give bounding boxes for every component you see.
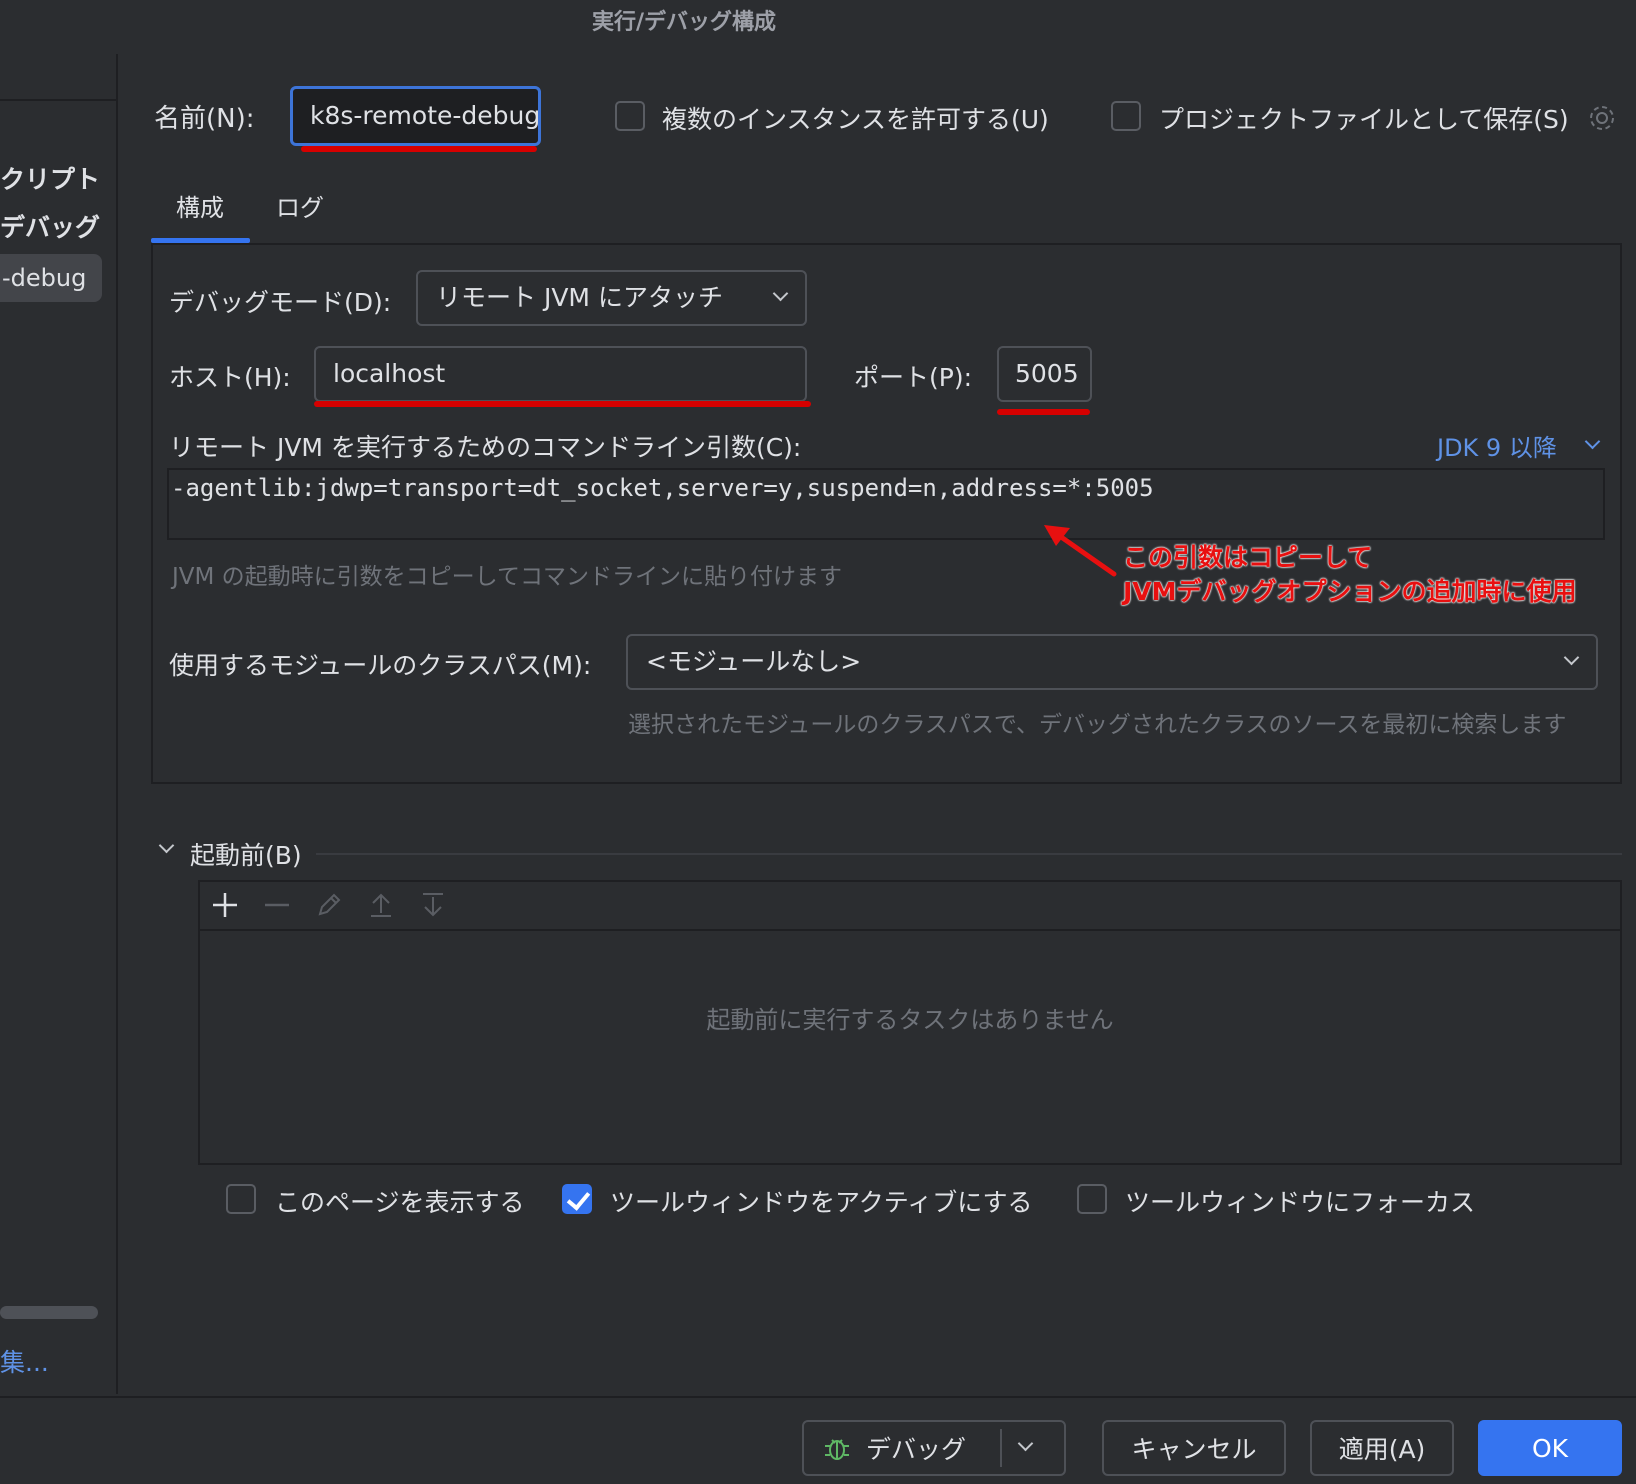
collapse-chevron-icon[interactable] <box>158 837 175 854</box>
debug-button-label: デバッグ <box>865 1435 966 1464</box>
tab-configuration[interactable]: 構成 <box>176 188 224 223</box>
chevron-down-icon <box>772 285 789 302</box>
name-label: 名前(N): <box>154 104 255 134</box>
focus-tool-window-checkbox[interactable] <box>1077 1184 1107 1214</box>
chevron-down-icon <box>1017 1435 1034 1452</box>
chevron-down-icon <box>1563 649 1580 666</box>
ok-button[interactable]: OK <box>1478 1420 1622 1476</box>
allow-multiple-checkbox[interactable] <box>615 101 645 131</box>
apply-button[interactable]: 適用(A) <box>1310 1420 1454 1476</box>
cmdline-args-field[interactable]: -agentlib:jdwp=transport=dt_socket,serve… <box>167 468 1605 540</box>
port-label: ポート(P): <box>854 363 973 392</box>
port-input[interactable]: 5005 <box>997 346 1092 402</box>
minus-icon[interactable] <box>259 887 295 923</box>
host-highlight-underline <box>314 401 811 407</box>
debug-mode-select[interactable]: リモート JVM にアタッチ <box>416 270 807 326</box>
cmdline-hint: JVM の起動時に引数をコピーしてコマンドラインに貼り付けます <box>172 564 842 590</box>
jdk-version-selector[interactable]: JDK 9 以降 <box>1437 428 1601 463</box>
run-debug-configurations-dialog: 実行/デバッグ構成 クリプト デバッグ -debug 集... 名前(N): k… <box>0 0 1636 1484</box>
show-page-label: このページを表示する <box>275 1188 525 1217</box>
cancel-button[interactable]: キャンセル <box>1102 1420 1286 1476</box>
host-label: ホスト(H): <box>169 363 291 392</box>
footer-divider <box>0 1396 1636 1398</box>
annotation-line-1: この引数はコピーして <box>1123 543 1373 572</box>
cmdline-label: リモート JVM を実行するためのコマンドライン引数(C): <box>169 433 802 462</box>
annotation-arrow-icon <box>1040 520 1120 580</box>
jdk-version-label: JDK 9 以降 <box>1437 434 1557 462</box>
focus-tool-window-label: ツールウィンドウにフォーカス <box>1125 1188 1476 1217</box>
no-tasks-message: 起動前に実行するタスクはありません <box>706 1006 1114 1034</box>
name-input[interactable]: k8s-remote-debug <box>290 86 541 146</box>
sidebar-item-debug[interactable]: デバッグ <box>0 208 100 244</box>
edit-templates-link[interactable]: 集... <box>0 1343 49 1379</box>
gear-icon[interactable] <box>1585 101 1619 135</box>
debug-button[interactable]: デバッグ <box>802 1420 1066 1476</box>
port-highlight-underline <box>997 409 1090 415</box>
activate-tool-window-checkbox[interactable] <box>562 1184 592 1214</box>
module-classpath-select[interactable]: <モジュールなし> <box>626 634 1598 690</box>
debug-dropdown-toggle[interactable] <box>1002 1435 1048 1458</box>
plus-icon[interactable] <box>207 887 243 923</box>
module-classpath-hint: 選択されたモジュールのクラスパスで、デバッグされたクラスのソースを最初に検索しま… <box>628 712 1567 738</box>
task-toolbar-divider <box>200 929 1620 931</box>
pencil-icon[interactable] <box>311 887 347 923</box>
move-down-icon[interactable] <box>415 887 451 923</box>
sidebar-item-script[interactable]: クリプト <box>0 160 100 196</box>
module-classpath-label: 使用するモジュールのクラスパス(M): <box>169 651 592 680</box>
activate-tool-window-label: ツールウィンドウをアクティブにする <box>610 1188 1033 1217</box>
allow-multiple-label: 複数のインスタンスを許可する(U) <box>662 105 1049 134</box>
sidebar-divider <box>0 99 118 101</box>
store-as-project-checkbox[interactable] <box>1111 101 1141 131</box>
debug-mode-value: リモート JVM にアタッチ <box>436 283 723 312</box>
module-classpath-value: <モジュールなし> <box>646 647 862 676</box>
annotation-line-2: JVMデバッグオプションの追加時に使用 <box>1123 577 1577 606</box>
name-highlight-underline <box>301 146 537 152</box>
tab-logs[interactable]: ログ <box>276 188 324 223</box>
host-input[interactable]: localhost <box>314 346 807 402</box>
move-up-icon[interactable] <box>363 887 399 923</box>
bug-icon <box>820 1431 854 1465</box>
store-as-project-label: プロジェクトファイルとして保存(S) <box>1159 105 1569 134</box>
dialog-title: 実行/デバッグ構成 <box>591 10 777 35</box>
debug-mode-label: デバッグモード(D): <box>169 288 392 317</box>
sidebar-scrollbar[interactable] <box>0 1306 98 1319</box>
before-launch-title[interactable]: 起動前(B) <box>190 836 302 872</box>
sidebar-item-selected-config[interactable]: -debug <box>0 254 102 302</box>
show-page-checkbox[interactable] <box>226 1184 256 1214</box>
section-separator <box>316 853 1622 855</box>
